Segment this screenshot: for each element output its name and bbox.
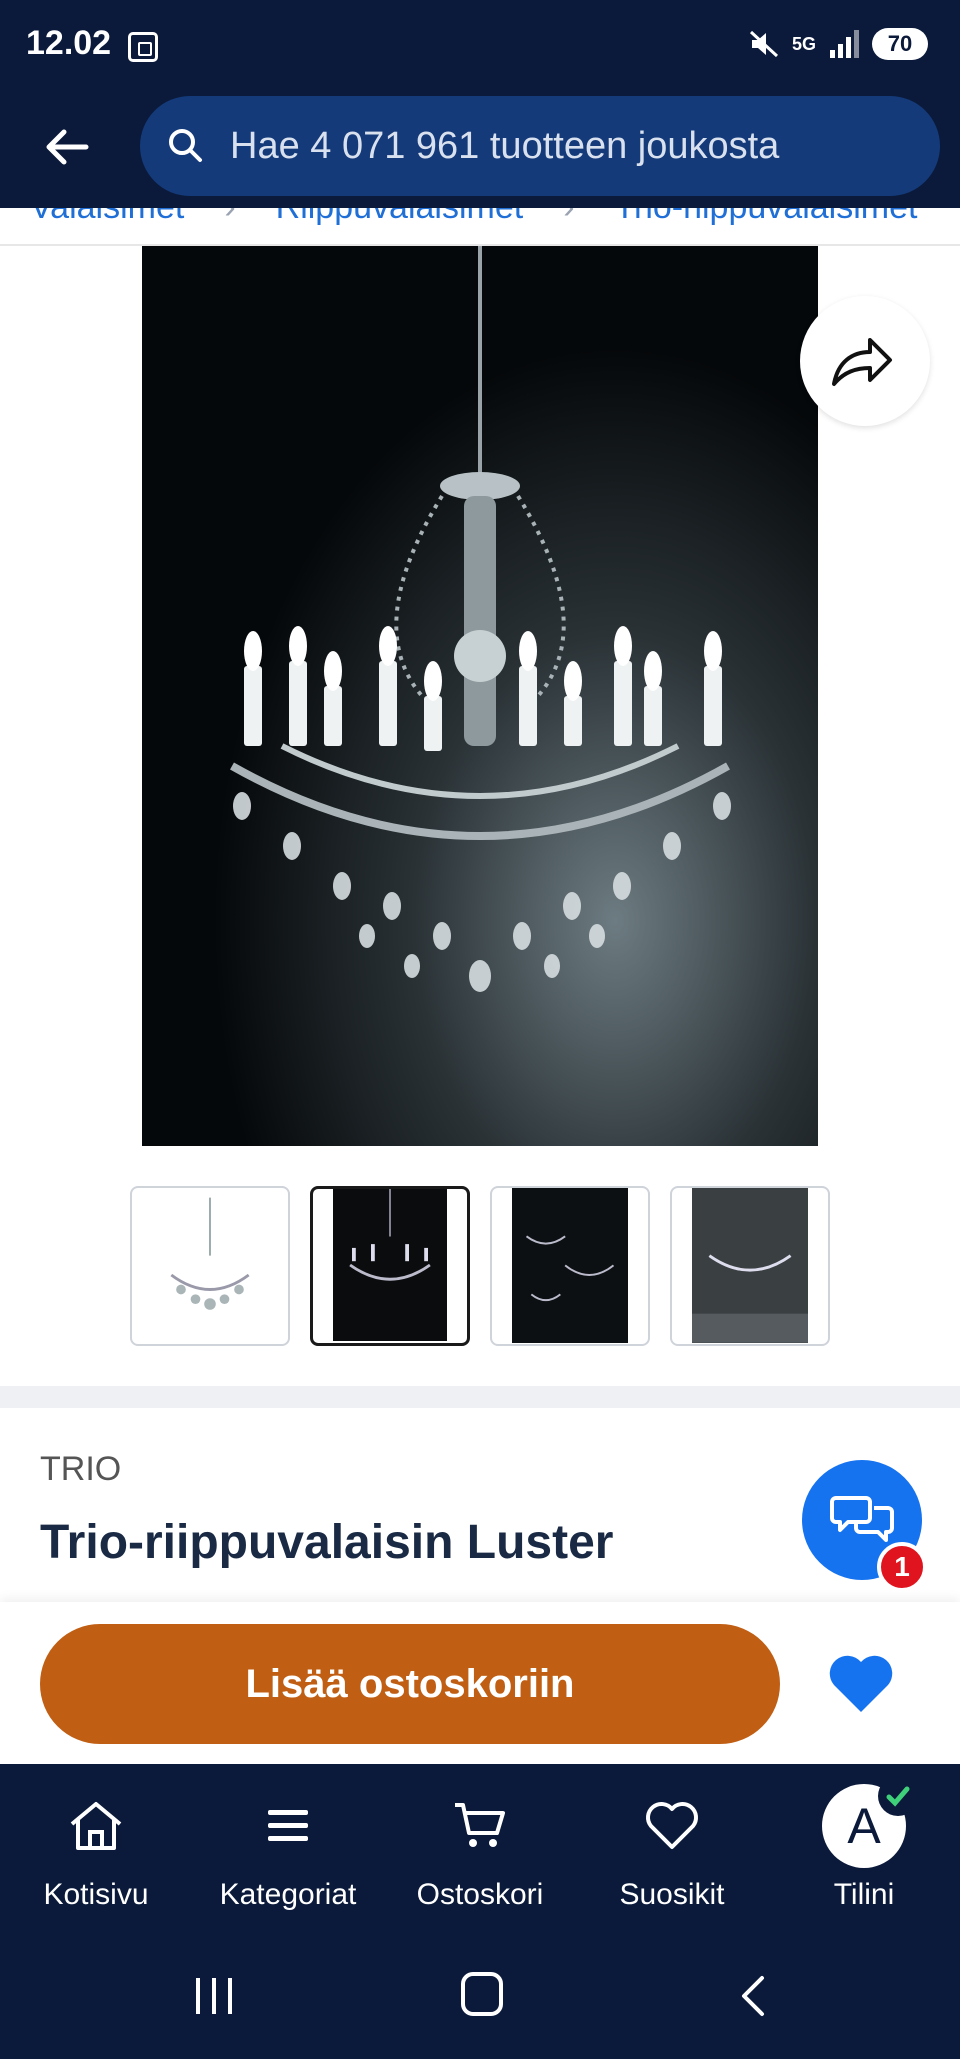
top-header: 12.02 5G 70 [0,0,960,208]
breadcrumb-separator: › [224,208,235,227]
heart-icon [646,1802,698,1849]
chat-icon [830,1496,894,1542]
search-icon [169,129,202,162]
thumbnail-strip [130,1186,830,1346]
battery-indicator: 70 [872,28,928,60]
thumbnail-selected[interactable] [310,1186,470,1346]
verified-badge-icon [878,1776,918,1816]
network-label: 5G [791,34,816,54]
mute-icon [749,30,779,58]
nav-label: Tilini [833,1878,895,1911]
search-input[interactable] [230,96,920,196]
thumbnail[interactable] [670,1186,830,1346]
home-button-icon[interactable] [461,1972,503,2016]
chat-badge: 1 [877,1542,927,1592]
thumbnail-image [692,1188,808,1343]
breadcrumb-item[interactable]: Trio-riippuvalaisimet [615,208,918,227]
search-bar[interactable] [140,96,940,196]
thumbnail[interactable] [130,1186,290,1346]
share-icon [832,338,892,386]
system-navigation [0,1958,960,2059]
nav-item-account[interactable]: A Tilini [784,1776,944,1912]
breadcrumb: Valaisimet › Riippuvalaisimet › Trio-rii… [0,208,960,246]
nav-item-home[interactable]: Kotisivu [16,1794,176,1912]
nav-label: Kotisivu [43,1878,149,1911]
favorite-heart-icon[interactable] [826,1652,896,1716]
breadcrumb-item[interactable]: Valaisimet [30,208,184,227]
avatar-letter: A [847,1798,881,1854]
nav-label: Suosikit [619,1878,725,1911]
purchase-bar: Lisää ostoskoriin [0,1602,960,1764]
nav-item-cart[interactable]: Ostoskori [400,1794,560,1912]
nav-item-categories[interactable]: Kategoriat [208,1794,368,1912]
product-main-image[interactable] [142,246,818,1146]
share-button[interactable] [800,296,930,426]
avatar: A [822,1776,918,1868]
system-back-icon[interactable] [738,1974,768,2018]
bottom-navigation: Kotisivu Kategoriat Ostoskori Suosikit A… [0,1764,960,2059]
chandelier-illustration [230,246,731,992]
nav-item-favorites[interactable]: Suosikit [592,1794,752,1912]
thumbnail-image [333,1189,447,1341]
section-divider [0,1386,960,1408]
status-time: 12.02 [26,24,112,62]
breadcrumb-separator: › [563,208,574,227]
status-indicators: 5G 70 [748,28,928,60]
thumbnail-image [512,1188,628,1343]
product-brand[interactable]: TRIO [40,1450,121,1489]
nav-label: Kategoriat [219,1878,357,1911]
back-arrow-icon[interactable] [42,122,92,172]
nav-label: Ostoskori [416,1878,544,1911]
menu-icon [268,1810,308,1841]
product-gallery [0,246,960,1386]
add-to-cart-button[interactable]: Lisää ostoskoriin [40,1624,780,1744]
cart-icon [455,1803,505,1847]
home-icon [70,1802,122,1850]
product-title: Trio-riippuvalaisin Luster [40,1516,614,1569]
signal-icon [830,30,859,58]
thumbnail-image [152,1188,268,1343]
recent-apps-icon[interactable] [192,1976,236,2016]
screenshot-icon [128,32,158,62]
thumbnail[interactable] [490,1186,650,1346]
breadcrumb-item[interactable]: Riippuvalaisimet [276,208,524,227]
